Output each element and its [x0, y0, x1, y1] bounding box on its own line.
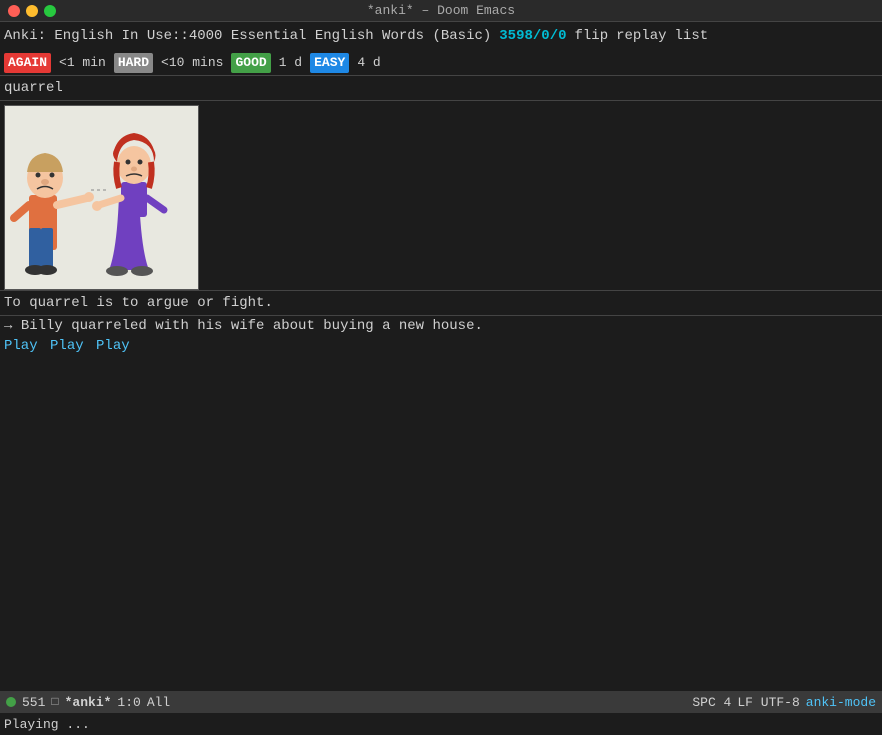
- rating-line: AGAIN <1 min HARD <10 mins GOOD 1 d EASY…: [0, 51, 882, 75]
- file-icon: □: [51, 695, 58, 709]
- echo-area: Playing ...: [0, 713, 882, 735]
- example-text: Billy quarreled with his wife about buyi…: [21, 318, 483, 334]
- again-button[interactable]: AGAIN: [4, 53, 51, 73]
- hard-time: <10 mins: [161, 53, 223, 73]
- replay-button[interactable]: replay: [616, 26, 666, 47]
- list-button[interactable]: list: [675, 26, 709, 47]
- col-info: SPC 4: [692, 695, 731, 710]
- play-link-2[interactable]: Play: [50, 338, 84, 354]
- cursor-position: 1:0: [117, 695, 140, 710]
- example-line: → Billy quarreled with his wife about bu…: [0, 316, 882, 336]
- maximize-button[interactable]: [44, 5, 56, 17]
- echo-text: Playing ...: [4, 717, 90, 732]
- anki-deck-label: Anki: English In Use::4000 Essential Eng…: [4, 26, 491, 47]
- all-indicator: All: [147, 695, 170, 710]
- major-mode: anki-mode: [806, 695, 876, 710]
- buffer-number: 551: [22, 695, 45, 710]
- flip-button[interactable]: flip: [575, 26, 609, 47]
- play-link-3[interactable]: Play: [96, 338, 130, 354]
- window-controls: [8, 5, 56, 17]
- easy-time: 4 d: [357, 53, 380, 73]
- hard-button[interactable]: HARD: [114, 53, 153, 73]
- card-definition: To quarrel is to argue or fight.: [0, 291, 882, 315]
- close-button[interactable]: [8, 5, 20, 17]
- image-area: [0, 101, 882, 290]
- play-link-1[interactable]: Play: [4, 338, 38, 354]
- stats-counter[interactable]: 3598/0/0: [499, 26, 566, 47]
- window-title: *anki* – Doom Emacs: [367, 3, 515, 18]
- buffer-filename[interactable]: *anki*: [65, 695, 112, 710]
- header-line: Anki: English In Use::4000 Essential Eng…: [0, 22, 882, 51]
- card-word: quarrel: [0, 76, 882, 100]
- good-time: 1 d: [279, 53, 302, 73]
- example-arrow: →: [4, 318, 12, 334]
- minimize-button[interactable]: [26, 5, 38, 17]
- again-time: <1 min: [59, 53, 106, 73]
- play-links-line: Play Play Play: [0, 336, 882, 356]
- encoding-info: LF UTF-8: [737, 695, 799, 710]
- modeline: 551 □ *anki* 1:0 All SPC 4 LF UTF-8 anki…: [0, 691, 882, 713]
- illustration-svg: [9, 110, 194, 285]
- easy-button[interactable]: EASY: [310, 53, 349, 73]
- mode-indicator-dot: [6, 697, 16, 707]
- card-image: [4, 105, 199, 290]
- titlebar: *anki* – Doom Emacs: [0, 0, 882, 22]
- good-button[interactable]: GOOD: [231, 53, 270, 73]
